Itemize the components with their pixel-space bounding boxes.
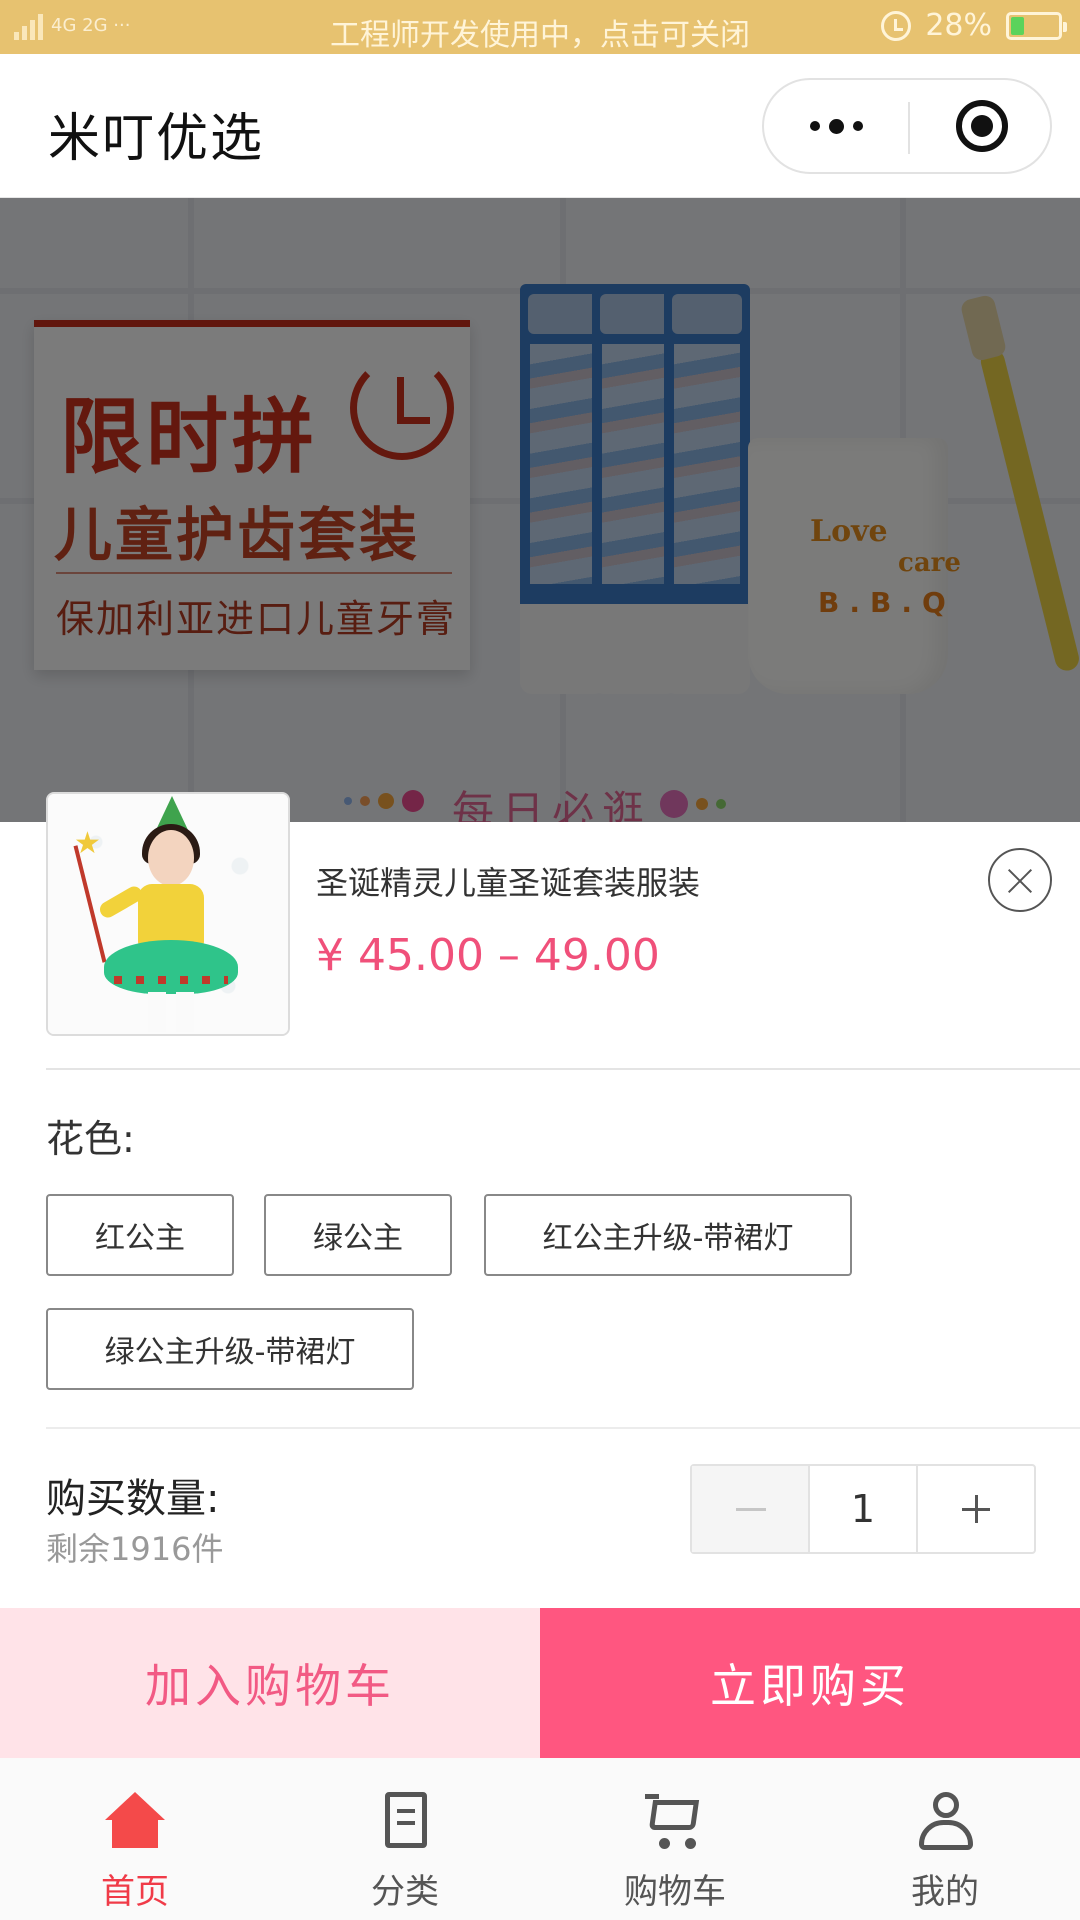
quantity-label: 购买数量: [46,1476,220,1522]
tab-home[interactable]: 首页 [0,1758,270,1920]
status-bar: 4G 2G ··· 工程师开发使用中，点击可关闭 28% [0,0,1080,54]
more-button[interactable] [764,80,908,172]
tab-category[interactable]: 分类 [270,1758,540,1920]
action-buttons: 加入购物车 立即购买 [0,1608,1080,1758]
more-dot-icon [852,121,863,131]
quantity-value[interactable]: 1 [810,1466,918,1552]
product-thumbnail: ★ [46,792,290,1036]
capsule-divider [908,102,910,154]
navigation-bar: 米叮优选 [0,54,1080,198]
dev-mode-text[interactable]: 工程师开发使用中，点击可关闭 [330,18,750,53]
spec-label: 花色: [46,1117,135,1161]
tab-label: 我的 [911,1872,979,1912]
spec-option[interactable]: 绿公主 [264,1194,452,1276]
spec-option[interactable]: 红公主 [46,1194,234,1276]
tab-label: 分类 [371,1872,439,1912]
tab-profile[interactable]: 我的 [810,1758,1080,1920]
tab-label: 首页 [101,1872,169,1912]
more-dot-icon [809,121,820,131]
page-title: 米叮优选 [48,109,265,169]
battery-percent: 28% [925,8,992,43]
battery-icon [1006,11,1067,40]
buy-now-button[interactable]: 立即购买 [540,1608,1080,1758]
status-right: 28% [881,8,1067,43]
modal-overlay[interactable] [0,198,1080,822]
stock-remaining: 剩余1916件 [46,1530,224,1568]
mini-program-capsule [762,78,1052,174]
close-mini-program-button[interactable] [956,100,1008,152]
tab-bar: 首页 分类 购物车 我的 [0,1758,1080,1920]
promo-banner: 限时拼 儿童护齿套装 保加利亚进口儿童牙膏 Love care B.B.Q 每日… [0,198,1080,822]
star-icon: ★ [74,826,101,861]
close-icon[interactable] [988,848,1052,912]
profile-icon [915,1792,975,1852]
category-icon [375,1792,435,1852]
divider [46,1068,1080,1070]
home-icon [105,1792,165,1852]
quantity-stepper: 1 [690,1464,1036,1554]
spec-option[interactable]: 绿公主升级-带裙灯 [46,1308,414,1390]
sku-selector-sheet: ★ 圣诞精灵儿童圣诞套装服装 ¥ 45.00 – 49.00 花色: 红公主 绿… [0,792,1080,1758]
product-price: ¥ 45.00 – 49.00 [316,930,660,981]
cart-icon [645,1792,705,1852]
tab-cart[interactable]: 购物车 [540,1758,810,1920]
decrease-button[interactable] [692,1466,810,1552]
tab-label: 购物车 [624,1872,726,1912]
spec-option[interactable]: 红公主升级-带裙灯 [484,1194,852,1276]
more-dot-icon [828,118,844,134]
add-to-cart-button[interactable]: 加入购物车 [0,1608,540,1758]
divider [46,1427,1080,1429]
increase-button[interactable] [918,1466,1034,1552]
alarm-icon [881,10,912,41]
product-name: 圣诞精灵儿童圣诞套装服装 [316,864,701,902]
